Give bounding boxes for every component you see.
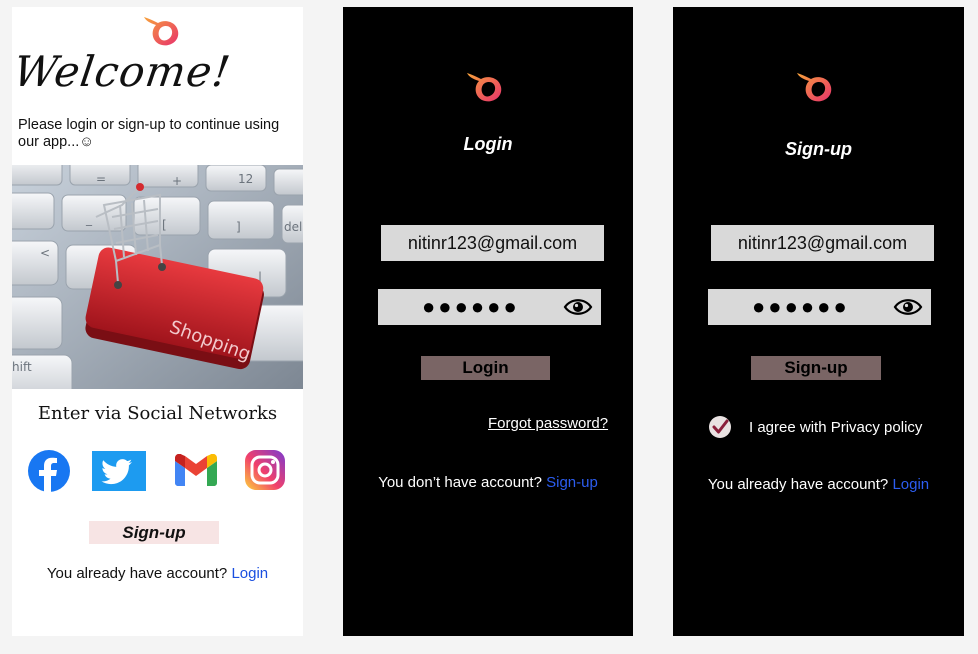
account-prompt: You already have account? Login [673, 476, 964, 493]
welcome-screen: Welcome! Please login or sign-up to cont… [10, 7, 303, 636]
svg-text:hift: hift [12, 360, 32, 374]
signup-link[interactable]: Sign-up [546, 474, 598, 491]
welcome-heading: Welcome! [10, 47, 234, 96]
eye-icon[interactable] [893, 296, 923, 318]
password-mask: ●●●●●● [422, 294, 520, 319]
password-mask: ●●●●●● [752, 294, 850, 319]
svg-text:]: ] [236, 220, 241, 234]
login-button[interactable]: Login [421, 356, 550, 380]
signup-title: Sign-up [785, 139, 852, 159]
social-title: Enter via Social Networks [37, 403, 278, 424]
facebook-icon[interactable] [28, 450, 70, 497]
account-prompt-text: You already have account? [46, 565, 228, 582]
account-prompt: You don’t have account? Sign-up [343, 474, 633, 491]
gmail-icon[interactable] [175, 453, 217, 491]
signup-button[interactable]: Sign-up [89, 521, 219, 544]
app-logo-icon [144, 17, 179, 46]
account-prompt: You already have account? Login [12, 565, 303, 582]
signup-button[interactable]: Sign-up [751, 356, 881, 380]
shopping-hero-image: =+12 _[]del <"| hift Shopping [12, 165, 303, 389]
login-screen: Login nitinr123@gmail.com ●●●●●● Login F… [343, 7, 633, 636]
instagram-icon[interactable] [245, 450, 285, 495]
twitter-icon[interactable] [92, 451, 146, 496]
svg-text:+: + [172, 174, 182, 188]
svg-text:=: = [96, 172, 106, 186]
forgot-password-link[interactable]: Forgot password? [488, 415, 608, 432]
password-field[interactable]: ●●●●●● [708, 289, 931, 325]
svg-text:<: < [40, 246, 50, 260]
login-title: Login [463, 134, 513, 154]
email-field[interactable]: nitinr123@gmail.com [711, 225, 934, 261]
svg-text:[: [ [162, 218, 167, 232]
account-prompt-text: You don’t have account? [378, 474, 542, 491]
signup-screen: Sign-up nitinr123@gmail.com ●●●●●● Sign-… [673, 7, 964, 636]
eye-icon[interactable] [563, 296, 593, 318]
login-link[interactable]: Login [892, 476, 929, 493]
app-logo-icon [797, 73, 832, 102]
login-link[interactable]: Login [231, 565, 268, 582]
email-field[interactable]: nitinr123@gmail.com [381, 225, 604, 261]
account-prompt-text: You already have account? [707, 476, 889, 493]
svg-text:_: _ [85, 212, 93, 226]
privacy-checkbox[interactable] [709, 416, 731, 438]
svg-text:del: del [284, 220, 302, 234]
intro-text: Please login or sign-up to continue usin… [18, 117, 280, 150]
privacy-agree-label: I agree with Privacy policy [749, 419, 923, 436]
checkmark-icon [712, 419, 729, 434]
svg-text:12: 12 [238, 172, 253, 186]
app-logo-icon [467, 73, 502, 102]
password-field[interactable]: ●●●●●● [378, 289, 601, 325]
